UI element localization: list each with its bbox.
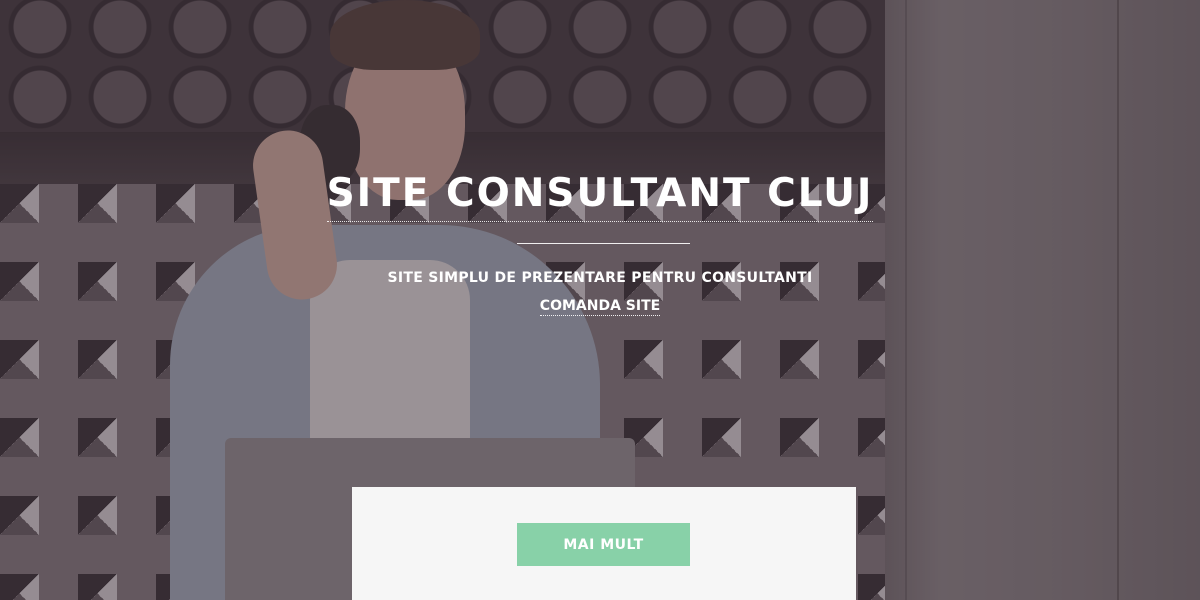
hero-section: SITE CONSULTANT CLUJ SITE SIMPLU DE PREZ…: [0, 0, 1200, 600]
order-site-link[interactable]: COMANDA SITE: [539, 298, 661, 316]
hero-title: SITE CONSULTANT CLUJ: [326, 170, 874, 222]
hero-title-wrap: SITE CONSULTANT CLUJ: [0, 170, 1200, 222]
hero-subtitle: SITE SIMPLU DE PREZENTARE PENTRU CONSULT…: [387, 270, 813, 286]
order-link-wrap: COMANDA SITE: [0, 295, 1200, 316]
content-panel: MAI MULT: [352, 487, 856, 600]
title-divider: [517, 243, 690, 244]
more-button[interactable]: MAI MULT: [517, 523, 690, 566]
